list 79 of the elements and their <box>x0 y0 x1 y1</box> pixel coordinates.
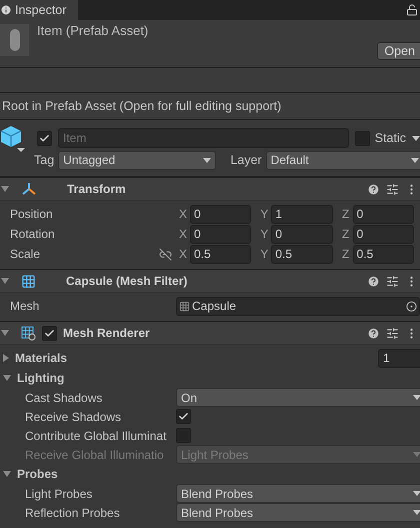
field-label: Cast Shadows <box>25 390 102 404</box>
grid-icon <box>21 274 36 288</box>
number-field[interactable]: 0 <box>352 204 414 224</box>
caret-icon[interactable] <box>412 136 420 140</box>
tag-label: Tag <box>34 153 54 167</box>
section-label[interactable]: Materials <box>15 351 68 365</box>
component-title: Transform <box>67 182 127 196</box>
presets-icon[interactable] <box>386 274 399 288</box>
number-field[interactable]: 0.5 <box>271 244 333 264</box>
check-icon <box>178 411 189 422</box>
number-field[interactable]: 0.5 <box>352 244 414 264</box>
field-label: Receive Shadows <box>25 410 122 424</box>
check-icon <box>39 132 50 144</box>
foldout-arrow-icon[interactable] <box>1 278 9 284</box>
foldout-arrow-icon[interactable] <box>3 354 9 362</box>
checkbox[interactable] <box>42 326 57 340</box>
object-field[interactable]: Capsule <box>176 296 420 316</box>
component-title: Mesh Renderer <box>63 326 151 340</box>
help-icon[interactable] <box>367 326 380 340</box>
transform-axes-icon <box>21 182 37 196</box>
field-label: Scale <box>10 247 40 261</box>
number-field[interactable]: 0.5 <box>190 244 252 264</box>
axis-label: Z <box>340 227 350 241</box>
open-button[interactable]: Open <box>377 42 420 60</box>
field-label: Reflection Probes <box>25 506 120 520</box>
number-field[interactable]: 0 <box>190 224 252 244</box>
foldout-arrow-icon[interactable] <box>1 186 9 192</box>
grid-icon <box>179 300 190 312</box>
tag-dropdown[interactable]: Untagged <box>58 150 216 170</box>
axis-label: Y <box>259 207 270 221</box>
number-field[interactable]: 0 <box>271 224 333 244</box>
checkbox[interactable] <box>37 130 52 146</box>
static-label: Static <box>374 131 406 145</box>
axis-label: X <box>178 227 188 241</box>
notice-text: Root in Prefab Asset (Open for full editing support) <box>0 93 420 120</box>
field-label: Position <box>10 207 53 221</box>
target-icon[interactable] <box>406 300 417 312</box>
axis-label: Y <box>259 227 270 241</box>
lock-icon[interactable] <box>406 4 418 16</box>
unlinked-icon[interactable] <box>159 248 172 260</box>
layer-label: Layer <box>230 153 262 167</box>
dropdown[interactable]: Blend Probes <box>176 503 420 522</box>
foldout-arrow-icon[interactable] <box>1 330 9 336</box>
axis-label: X <box>178 247 188 261</box>
presets-icon[interactable] <box>386 326 399 340</box>
field-label: Rotation <box>10 227 55 241</box>
asset-title: Item (Prefab Asset) <box>37 23 148 40</box>
component-title: Capsule (Mesh Filter) <box>66 274 188 288</box>
axis-label: Y <box>259 247 270 261</box>
section-label[interactable]: Probes <box>17 467 58 481</box>
presets-icon[interactable] <box>386 182 399 196</box>
section-label[interactable]: Lighting <box>17 371 64 385</box>
cube-icon <box>0 124 26 152</box>
checkbox[interactable] <box>176 428 191 443</box>
help-icon[interactable] <box>367 274 380 288</box>
number-field[interactable]: 1 <box>271 204 333 224</box>
layer-dropdown[interactable]: Default <box>266 150 420 170</box>
field-label: Mesh <box>10 299 40 313</box>
grid-circle-icon <box>21 326 36 340</box>
field-label: Contribute Global Illuminat <box>25 428 166 442</box>
number-field[interactable]: 0 <box>190 204 252 224</box>
axis-label: Z <box>340 247 350 261</box>
axis-label: Z <box>340 207 350 221</box>
help-icon[interactable] <box>367 182 380 196</box>
dropdown[interactable]: On <box>176 388 420 407</box>
axis-label: X <box>178 207 188 221</box>
capsule-thumbnail <box>0 24 29 56</box>
checkbox[interactable] <box>176 409 191 424</box>
info-icon <box>0 4 12 16</box>
foldout-arrow-icon[interactable] <box>3 375 11 381</box>
number-field[interactable]: 0 <box>352 224 414 244</box>
foldout-arrow-icon[interactable] <box>3 471 11 477</box>
field-label: Light Probes <box>25 486 92 500</box>
count-field[interactable]: 1 <box>378 348 420 368</box>
check-icon <box>44 328 55 338</box>
checkbox[interactable] <box>354 130 370 146</box>
dropdown[interactable]: Blend Probes <box>176 484 420 503</box>
field-label: Receive Global Illuminatio <box>25 448 164 462</box>
inspector-tab[interactable]: Inspector <box>0 0 78 20</box>
